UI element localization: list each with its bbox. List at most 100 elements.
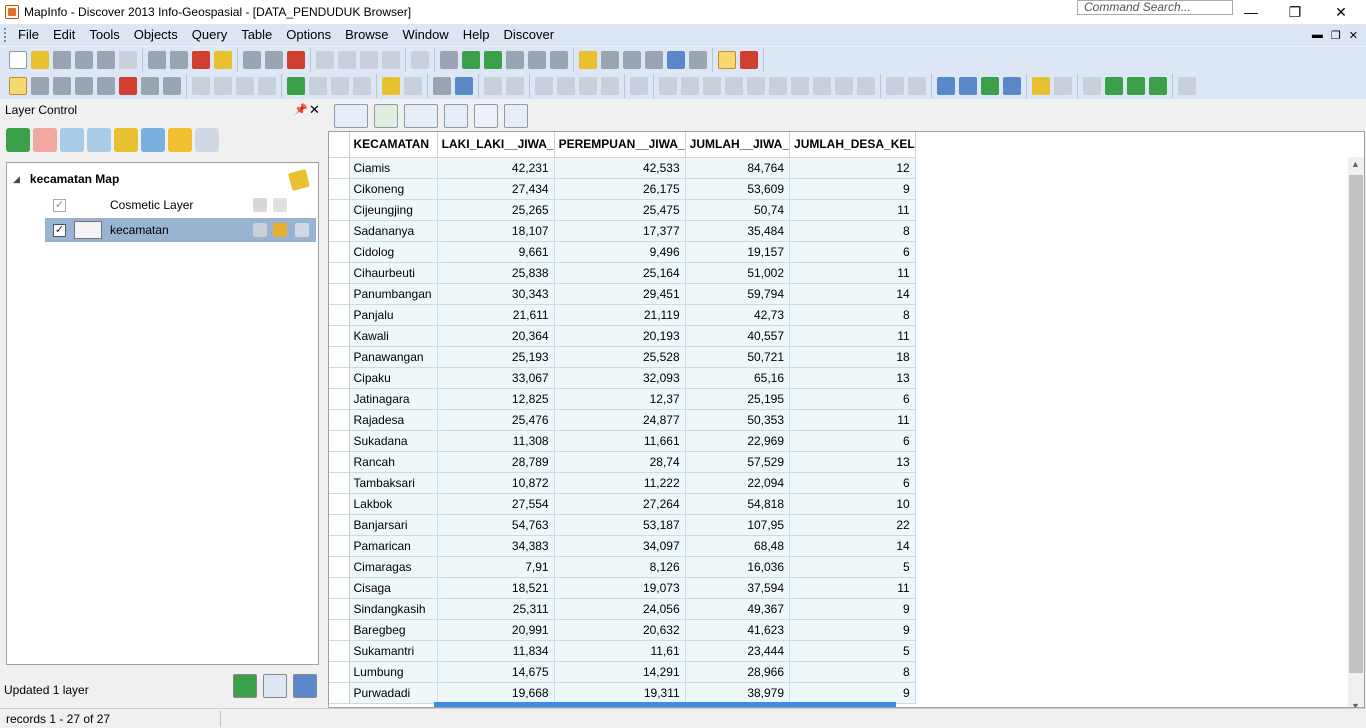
table-cell[interactable]: 21,119 <box>554 304 686 326</box>
table-cell[interactable]: 25,265 <box>437 199 555 221</box>
table-cell[interactable]: Jatinagara <box>349 388 438 410</box>
table-cell[interactable]: 17,377 <box>554 220 686 242</box>
table-row[interactable]: Kawali 20,364 20,193 40,557 11 <box>329 325 916 347</box>
discover-grid-icon[interactable] <box>645 51 663 69</box>
paste-icon[interactable] <box>360 51 378 69</box>
table-cell[interactable]: 19,311 <box>554 682 686 704</box>
table-row[interactable]: Cijeungjing 25,265 25,475 50,74 11 <box>329 199 916 221</box>
set-target-icon[interactable] <box>506 77 524 95</box>
text-icon[interactable] <box>835 77 853 95</box>
ellipse-icon[interactable] <box>769 77 787 95</box>
menu-table[interactable]: Table <box>234 24 279 46</box>
vertical-scrollbar[interactable]: ▲ ▼ <box>1348 157 1364 707</box>
table-cell[interactable]: 50,353 <box>685 409 791 431</box>
region-edit-icon[interactable] <box>908 77 926 95</box>
mdi-minimize-icon[interactable]: ▬ <box>1312 29 1323 41</box>
table-cell[interactable]: 11,222 <box>554 472 686 494</box>
table-row[interactable]: Cimaragas 7,91 8,126 16,036 5 <box>329 556 916 578</box>
open-dbms-icon[interactable] <box>97 51 115 69</box>
table-cell[interactable]: 25,164 <box>554 262 686 284</box>
table-cell[interactable]: 25,193 <box>437 346 555 368</box>
table-row[interactable]: Sukadana 11,308 11,661 22,969 6 <box>329 430 916 452</box>
zoom-in-icon[interactable] <box>192 77 210 95</box>
table-row[interactable]: Cihaurbeuti 25,838 25,164 51,002 11 <box>329 262 916 284</box>
polygon-icon[interactable] <box>747 77 765 95</box>
menu-browse[interactable]: Browse <box>338 24 395 46</box>
row-header[interactable] <box>329 661 350 683</box>
menu-tools[interactable]: Tools <box>82 24 126 46</box>
menu-file[interactable]: File <box>11 24 46 46</box>
table-cell[interactable]: 30,343 <box>437 283 555 305</box>
unselect-all-icon[interactable] <box>119 77 137 95</box>
layer-visibility-checkbox[interactable]: ✓ <box>53 198 66 212</box>
table-cell[interactable]: 11,61 <box>554 640 686 662</box>
column-header[interactable]: JUMLAH_DESA_KEL <box>789 132 916 158</box>
row-header[interactable] <box>329 304 350 326</box>
row-header[interactable] <box>329 346 350 368</box>
table-cell[interactable]: Sadananya <box>349 220 438 242</box>
discover-layout-icon[interactable] <box>601 51 619 69</box>
label-tool-icon[interactable] <box>331 77 349 95</box>
table-cell[interactable]: 5 <box>789 556 916 578</box>
table-cell[interactable]: 40,557 <box>685 325 791 347</box>
print-preview-icon[interactable] <box>265 51 283 69</box>
table-cell[interactable]: 24,877 <box>554 409 686 431</box>
table-cell[interactable]: Panawangan <box>349 346 438 368</box>
sort-filter-icon[interactable] <box>334 104 368 128</box>
row-header[interactable] <box>329 514 350 536</box>
table-cell[interactable]: 12,37 <box>554 388 686 410</box>
table-cell[interactable]: Cipaku <box>349 367 438 389</box>
boundary-select-icon[interactable] <box>97 77 115 95</box>
close-table-icon[interactable] <box>53 51 71 69</box>
new-layout-icon[interactable] <box>506 51 524 69</box>
table-cell[interactable]: 34,097 <box>554 535 686 557</box>
table-cell[interactable]: 9 <box>789 619 916 641</box>
clip-region-icon[interactable] <box>484 77 502 95</box>
globe-icon[interactable] <box>1105 77 1123 95</box>
layer-options-button[interactable] <box>263 674 287 698</box>
map-options-icon[interactable] <box>287 168 311 192</box>
table-cell[interactable]: 9,661 <box>437 241 555 263</box>
menu-edit[interactable]: Edit <box>46 24 82 46</box>
table-cell[interactable]: 6 <box>789 241 916 263</box>
add-node-icon[interactable] <box>557 77 575 95</box>
remove-layer-icon[interactable] <box>33 128 57 152</box>
pin-icon[interactable]: 📌 <box>294 101 308 119</box>
new-graph-icon[interactable] <box>484 51 502 69</box>
layer-properties-icon[interactable] <box>114 128 138 152</box>
marquee-select-icon[interactable] <box>31 77 49 95</box>
discover-print-icon[interactable] <box>1054 77 1072 95</box>
scroll-up-icon[interactable]: ▲ <box>1351 159 1360 169</box>
layer-edit-icon[interactable] <box>253 198 267 212</box>
table-cell[interactable]: 8 <box>789 661 916 683</box>
globe-off-icon[interactable] <box>1083 77 1101 95</box>
clear-icon[interactable] <box>382 51 400 69</box>
minimize-button[interactable]: — <box>1228 0 1274 24</box>
table-row[interactable]: Ciamis 42,231 42,533 84,764 12 <box>329 157 916 179</box>
table-cell[interactable]: 11 <box>789 325 916 347</box>
table-row[interactable]: Rajadesa 25,476 24,877 50,353 11 <box>329 409 916 431</box>
table-cell[interactable]: 59,794 <box>685 283 791 305</box>
thematic-map-icon[interactable] <box>168 128 192 152</box>
discover-text-icon[interactable] <box>1003 77 1021 95</box>
symbol-tool-icon[interactable] <box>579 77 597 95</box>
menu-window[interactable]: Window <box>395 24 455 46</box>
polyline-icon[interactable] <box>703 77 721 95</box>
table-cell[interactable]: Cijeungjing <box>349 199 438 221</box>
row-header[interactable] <box>329 241 350 263</box>
refresh-layers-icon[interactable] <box>141 128 165 152</box>
table-row[interactable]: Banjarsari 54,763 53,187 107,95 22 <box>329 514 916 536</box>
new-browser-icon[interactable] <box>440 51 458 69</box>
row-header[interactable] <box>329 577 350 599</box>
table-row[interactable]: Panjalu 21,611 21,119 42,73 8 <box>329 304 916 326</box>
table-row[interactable]: Cidolog 9,661 9,496 19,157 6 <box>329 241 916 263</box>
table-cell[interactable]: 18 <box>789 346 916 368</box>
table-cell[interactable]: Lumbung <box>349 661 438 683</box>
table-cell[interactable]: 8 <box>789 304 916 326</box>
table-cell[interactable]: 19,157 <box>685 241 791 263</box>
table-cell[interactable]: 20,632 <box>554 619 686 641</box>
row-header[interactable] <box>329 451 350 473</box>
scrollbar-thumb[interactable] <box>1349 175 1363 673</box>
save-icon[interactable] <box>148 51 166 69</box>
font-icon[interactable] <box>444 104 468 128</box>
